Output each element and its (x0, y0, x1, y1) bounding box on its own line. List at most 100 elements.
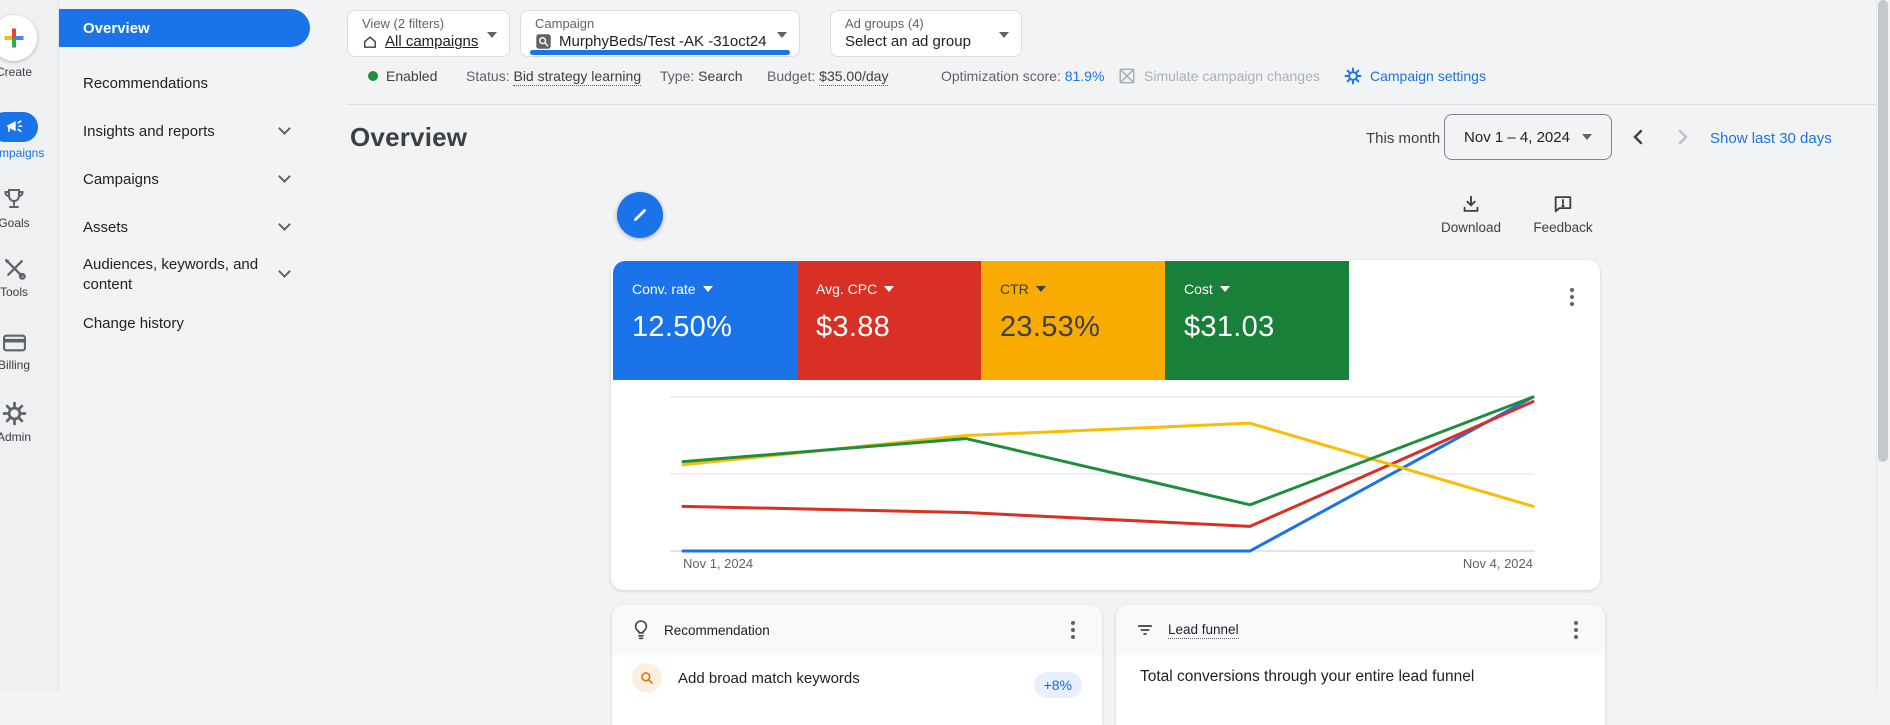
recommendation-item[interactable]: Add broad match keywords +8% (632, 661, 1082, 695)
funnel-icon (1136, 622, 1154, 638)
nav-item-change-history[interactable]: Change history (83, 314, 307, 334)
rail-label: Campaigns (0, 146, 59, 160)
nav-item-campaigns[interactable]: Campaigns (83, 170, 307, 190)
dropdown-caret-icon (999, 32, 1009, 38)
card-title: Recommendation (664, 623, 770, 638)
rail-label: Create (0, 65, 59, 79)
show-last-30-days-link[interactable]: Show last 30 days (1710, 130, 1832, 147)
app-rail: Create Campaigns Goals (0, 0, 59, 692)
download-icon (1431, 193, 1511, 215)
megaphone-icon (0, 112, 38, 142)
rail-label: Tools (0, 285, 59, 299)
metric-value: 23.53% (1000, 311, 1165, 344)
enabled-status: Enabled (368, 66, 437, 86)
lead-funnel-more-options-icon[interactable] (1567, 620, 1585, 640)
date-range-value: Nov 1 – 4, 2024 (1464, 129, 1570, 146)
adgroup-picker-value: Select an ad group (845, 33, 971, 50)
adgroup-picker-label: Ad groups (4) (845, 16, 1009, 31)
scrollbar-thumb[interactable] (1878, 0, 1888, 462)
tools-icon (0, 256, 59, 281)
dropdown-caret-icon (777, 32, 787, 38)
metric-selector-avg-cpc[interactable]: Avg. CPC $3.88 (797, 261, 981, 380)
recommendation-item-label: Add broad match keywords (678, 670, 860, 687)
campaign-settings-button[interactable]: Campaign settings (1344, 66, 1486, 86)
header-divider (347, 104, 1876, 105)
rail-item-campaigns[interactable]: Campaigns (0, 112, 59, 160)
recommendation-card: Recommendation Add broad match keywords … (612, 605, 1102, 725)
section-nav: Overview Recommendations Insights and re… (59, 0, 347, 692)
dropdown-caret-icon (703, 286, 713, 292)
metric-selector-conv-rate[interactable]: Conv. rate 12.50% (613, 261, 797, 380)
card-title[interactable]: Lead funnel (1168, 622, 1239, 639)
active-campaign-indicator (530, 50, 790, 55)
rail-item-tools[interactable]: Tools (0, 256, 59, 299)
nav-item-assets[interactable]: Assets (83, 218, 307, 238)
date-range-picker[interactable]: Nov 1 – 4, 2024 (1444, 114, 1612, 160)
nav-item-audiences-keywords-content[interactable]: Audiences, keywords, and content (83, 255, 307, 295)
lead-funnel-card: Lead funnel Total conversions through yo… (1116, 605, 1605, 725)
simulate-icon (1118, 67, 1136, 85)
plus-icon (0, 15, 37, 61)
page-title: Overview (350, 122, 467, 153)
metric-value: $3.88 (816, 311, 981, 344)
status-value[interactable]: Bid strategy learning (513, 68, 641, 86)
budget-value[interactable]: $35.00/day (819, 68, 888, 86)
chart-line-cost (683, 397, 1533, 505)
performance-line-chart (611, 380, 1600, 590)
dropdown-caret-icon (1582, 134, 1592, 140)
optimization-score-value: 81.9% (1065, 68, 1105, 84)
rail-item-admin[interactable]: Admin (0, 401, 59, 444)
metric-value: $31.03 (1184, 311, 1349, 344)
rail-item-billing[interactable]: Billing (0, 332, 59, 372)
view-picker-label: View (2 filters) (362, 16, 497, 31)
previous-period-button[interactable] (1624, 124, 1650, 150)
recommendation-more-options-icon[interactable] (1064, 620, 1082, 640)
x-axis-start-label: Nov 1, 2024 (683, 556, 753, 571)
chart-line-avg-cpc (683, 402, 1533, 527)
gear-icon (1344, 67, 1362, 85)
campaign-budget: Budget: $35.00/day (767, 66, 888, 86)
chart-more-options-icon[interactable] (1563, 287, 1581, 307)
next-period-button (1670, 124, 1696, 150)
feedback-button[interactable]: Feedback (1523, 193, 1603, 235)
campaign-status: Status: Bid strategy learning (466, 66, 641, 86)
edit-overview-button[interactable] (617, 192, 663, 238)
nav-item-overview[interactable]: Overview (59, 9, 310, 47)
rail-label: Goals (0, 216, 59, 230)
pencil-icon (630, 205, 650, 225)
metric-selector-ctr[interactable]: CTR 23.53% (981, 261, 1165, 380)
trophy-icon (0, 186, 59, 212)
rail-item-goals[interactable]: Goals (0, 186, 59, 230)
rail-label: Billing (0, 358, 59, 372)
lead-funnel-description: Total conversions through your entire le… (1140, 668, 1474, 686)
credit-card-icon (0, 332, 59, 354)
metric-selector-cost[interactable]: Cost $31.03 (1165, 261, 1349, 380)
dropdown-caret-icon (1220, 286, 1230, 292)
feedback-icon (1523, 193, 1603, 215)
simulate-campaign-changes-button: Simulate campaign changes (1118, 66, 1320, 86)
nav-item-recommendations[interactable]: Recommendations (83, 74, 307, 94)
view-picker[interactable]: View (2 filters) All campaigns (347, 10, 510, 57)
overview-chart-card: Conv. rate 12.50% Avg. CPC $3.88 CTR 23.… (611, 260, 1600, 590)
nav-item-label: Overview (83, 20, 150, 37)
home-icon (362, 34, 378, 50)
dropdown-caret-icon (1036, 286, 1046, 292)
dropdown-caret-icon (884, 286, 894, 292)
optimization-score: Optimization score: 81.9% (941, 66, 1104, 86)
campaign-picker-value: MurphyBeds/Test -AK -31oct24 (559, 33, 767, 50)
view-picker-value: All campaigns (385, 33, 478, 50)
nav-item-insights-and-reports[interactable]: Insights and reports (83, 122, 307, 142)
x-axis-end-label: Nov 4, 2024 (1463, 556, 1533, 571)
rail-item-create[interactable]: Create (0, 15, 59, 79)
period-label: This month (1366, 130, 1440, 147)
rail-label: Admin (0, 430, 59, 444)
adgroup-picker[interactable]: Ad groups (4) Select an ad group (830, 10, 1022, 57)
search-campaign-icon (535, 33, 552, 50)
campaign-picker[interactable]: Campaign MurphyBeds/Test -AK -31oct24 (520, 10, 800, 57)
dropdown-caret-icon (487, 32, 497, 38)
uplift-badge: +8% (1034, 672, 1082, 698)
campaign-type: Type: Search (660, 66, 743, 86)
enabled-dot-icon (368, 71, 378, 81)
campaign-picker-label: Campaign (535, 16, 787, 31)
download-button[interactable]: Download (1431, 193, 1511, 235)
